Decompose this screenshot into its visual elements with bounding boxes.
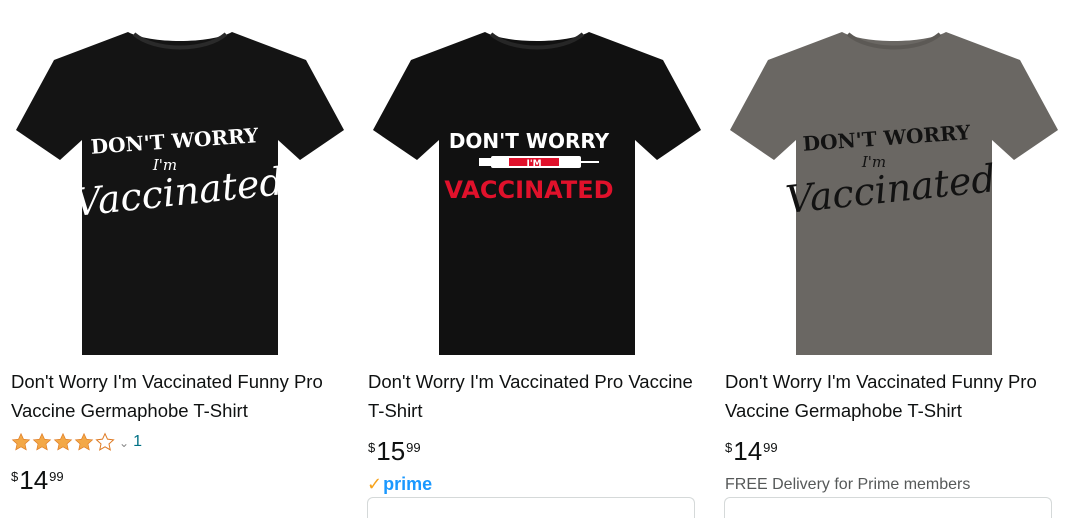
product-title[interactable]: Don't Worry I'm Vaccinated Funny Pro Vac… (11, 367, 341, 425)
price-fraction: 99 (406, 440, 421, 455)
product-title[interactable]: Don't Worry I'm Vaccinated Funny Pro Vac… (725, 367, 1055, 425)
size-select[interactable] (367, 497, 695, 518)
product-image[interactable]: DON'T WORRY I'm Vaccinated (10, 0, 350, 362)
price-fraction: 99 (49, 469, 64, 484)
print-line3: VACCINATED (444, 176, 613, 204)
delivery-text: FREE Delivery for Prime members (725, 476, 971, 493)
star-empty-icon (95, 432, 115, 451)
star-icon (11, 432, 31, 451)
product-card[interactable]: DON'T WORRY I'm Vaccinated Don't Worry I… (10, 0, 350, 493)
price-symbol: $ (368, 440, 376, 455)
product-image[interactable]: DON'T WORRY I'm Vaccinated (724, 0, 1064, 362)
price-symbol: $ (725, 440, 733, 455)
product-image[interactable]: DON'T WORRY I'M VACCINATED (367, 0, 707, 362)
product-card[interactable]: DON'T WORRY I'M VACCINATED Don't Worry I… (367, 0, 707, 518)
tshirt-image: DON'T WORRY I'M VACCINATED (373, 32, 701, 355)
price-fraction: 99 (763, 440, 778, 455)
star-icon (32, 432, 52, 451)
price[interactable]: $ 15 99 (368, 438, 421, 464)
tshirt-image: DON'T WORRY I'm Vaccinated (16, 32, 344, 355)
star-icon (53, 432, 73, 451)
prime-badge: ✓ prime (367, 474, 432, 495)
price[interactable]: $ 14 99 (11, 467, 64, 493)
chevron-down-icon[interactable]: ⌄ (119, 436, 129, 450)
star-icon (74, 432, 94, 451)
print-line1: DON'T WORRY (449, 129, 610, 153)
price-whole: 14 (733, 436, 763, 466)
size-select[interactable] (724, 497, 1052, 518)
print-line2: I'M (526, 159, 541, 169)
prime-check-icon: ✓ (367, 474, 383, 494)
prime-label: prime (383, 474, 433, 494)
rating[interactable]: ⌄ 1 (11, 430, 142, 454)
product-title[interactable]: Don't Worry I'm Vaccinated Pro Vaccine T… (368, 367, 698, 425)
tshirt-image: DON'T WORRY I'm Vaccinated (730, 32, 1058, 355)
star-rating[interactable] (11, 432, 115, 452)
price-whole: 14 (19, 465, 49, 495)
price-whole: 15 (376, 436, 406, 466)
price-symbol: $ (11, 469, 19, 484)
review-count-link[interactable]: 1 (133, 433, 142, 451)
price[interactable]: $ 14 99 (725, 438, 778, 464)
product-card[interactable]: DON'T WORRY I'm Vaccinated Don't Worry I… (724, 0, 1064, 518)
